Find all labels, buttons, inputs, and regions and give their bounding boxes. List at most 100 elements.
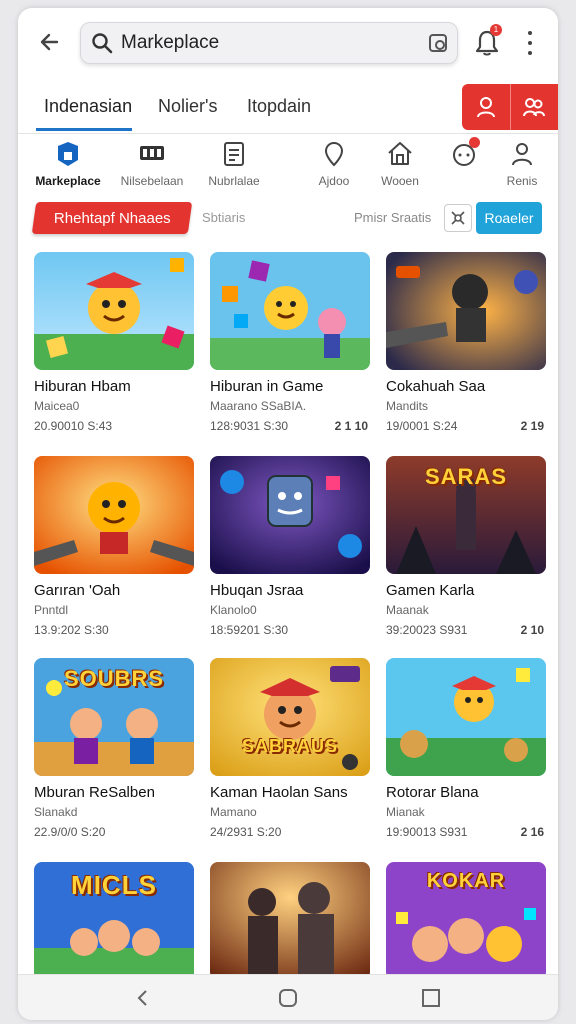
person-icon — [476, 97, 495, 118]
document-icon — [220, 140, 248, 168]
game-thumbnail — [210, 456, 370, 574]
game-thumbnail — [386, 252, 546, 370]
person-icon — [508, 140, 536, 168]
card-title: Gamen Karla — [386, 582, 475, 599]
tab-itopdain[interactable]: Itopdain — [247, 96, 311, 117]
category-label: Markeplace — [35, 174, 101, 188]
primary-filter-chip[interactable]: Rhehtapf Nhaaes — [31, 202, 193, 234]
card-subtitle: Maarano SSaBIA. — [210, 399, 307, 413]
back-arrow-icon[interactable] — [34, 26, 66, 58]
category-nubrlalae[interactable]: Nubrlalae — [196, 140, 272, 188]
game-thumbnail — [34, 252, 194, 370]
tab-noliers[interactable]: Nolier's — [158, 96, 217, 117]
game-card[interactable]: Rotorar Blana Mianak 19:90013 S931 2 16 — [386, 658, 546, 848]
game-banner-text: MICLS — [71, 870, 157, 900]
filter-settings-icon[interactable] — [444, 204, 472, 232]
tab-indenasian[interactable]: Indenasian — [44, 96, 132, 117]
card-meta: 39:20023 S931 2 10 — [386, 623, 544, 637]
card-title: Hbuqan Jsraa — [210, 582, 304, 599]
card-title: Kaman Haolan Sans — [210, 784, 348, 801]
card-count: 2 10 — [520, 623, 544, 637]
card-subtitle: Mamano — [210, 805, 257, 819]
marketplace-icon — [54, 140, 82, 168]
card-subtitle: Klanolo0 — [210, 603, 257, 617]
notification-dot — [469, 137, 480, 148]
card-title: Cokahuah Saa — [386, 378, 486, 395]
grid-icon — [138, 140, 166, 168]
game-thumbnail — [210, 252, 370, 370]
card-meta: 13.9:202 S:30 — [34, 623, 109, 637]
card-count: 2 1 10 — [334, 419, 368, 433]
tab-bar: Indenasian Nolier's Itopdain — [18, 78, 558, 134]
primary-filter-label: Rhehtapf Nhaaes — [53, 209, 171, 227]
location-pin-icon — [320, 140, 348, 168]
search-bar[interactable] — [80, 22, 458, 64]
game-card[interactable]: Cokahuah Saa Mandits 19/0001 S:24 2 19 — [386, 252, 546, 442]
card-subtitle: Pnntdl — [34, 603, 69, 617]
phone-screen: 1 Indenasian Nolier's Itopdain Markeplac… — [18, 8, 558, 1020]
card-title: Rotorar Blana — [386, 784, 479, 801]
nav-recents-icon[interactable] — [418, 985, 444, 1011]
game-card[interactable]: Hbuqan Jsraa Klanolo0 18:59201 S:30 — [210, 456, 370, 646]
game-thumbnail — [34, 456, 194, 574]
game-card[interactable]: Hiburan in Game Maarano SSaBIA. 128:9031… — [210, 252, 370, 442]
category-label: Wooen — [381, 174, 419, 188]
card-subtitle: Mianak — [386, 805, 425, 819]
game-card[interactable]: SOUBRS Mburan ReSalben Slanakd 22.9/0/0 … — [34, 658, 194, 848]
game-card[interactable]: SABRAUS Kaman Haolan Sans Mamano 24/2931… — [210, 658, 370, 848]
card-subtitle: Slanakd — [34, 805, 78, 819]
game-banner-text: SARAS — [424, 464, 507, 489]
game-thumbnail — [386, 658, 546, 776]
card-meta: 24/2931 S:20 — [210, 825, 282, 839]
group-button[interactable] — [511, 84, 559, 130]
game-card[interactable]: SARAS Gamen Karla Maanak 39:20023 S931 2 … — [386, 456, 546, 646]
nav-back-icon[interactable] — [130, 985, 156, 1011]
home-icon — [386, 140, 414, 168]
sort-filter[interactable]: Pmisr Sraatis — [354, 210, 431, 225]
game-thumbnail — [210, 862, 370, 980]
card-title: Garıran 'Oah — [34, 582, 121, 599]
card-subtitle: Mandits — [386, 399, 429, 413]
game-banner-text: SABRAUS — [241, 736, 338, 756]
group-icon — [523, 98, 546, 117]
chat-bell-icon — [450, 137, 480, 168]
game-card[interactable]: Hiburan Hbam Maicea0 20.90010 S:43 — [34, 252, 194, 442]
nav-home-icon[interactable] — [275, 985, 301, 1011]
card-count: 2 16 — [520, 825, 544, 839]
camera-icon[interactable] — [429, 34, 447, 52]
game-thumbnail: SARAS — [386, 456, 546, 574]
category-row: Markeplace Nilsebelaan Nubrlalae Ajdoo W… — [18, 136, 558, 196]
game-banner-text: SOUBRS — [63, 666, 165, 691]
card-count: 2 19 — [520, 419, 544, 433]
card-title: Hiburan Hbam — [34, 378, 131, 395]
card-meta: 19:90013 S931 2 16 — [386, 825, 544, 839]
game-banner-text: KOKAR — [426, 870, 506, 892]
card-title: Mburan ReSalben — [34, 784, 155, 801]
category-label: Nilsebelaan — [120, 174, 184, 188]
game-thumbnail: SOUBRS — [34, 658, 194, 776]
category-label: Nubrlalae — [208, 174, 260, 188]
search-icon — [91, 32, 113, 54]
search-input[interactable] — [121, 29, 411, 57]
category-nilsebelaan[interactable]: Nilsebelaan — [114, 140, 190, 188]
filter-row: Rhehtapf Nhaaes Sbtiaris Pmisr Sraatis R… — [18, 200, 558, 246]
category-label: Renis — [506, 174, 538, 188]
active-tab-indicator — [36, 128, 132, 131]
card-meta: 22.9/0/0 S:20 — [34, 825, 106, 839]
category-marketplace[interactable]: Markeplace — [30, 140, 106, 188]
card-meta: 128:9031 S:30 2 1 10 — [210, 419, 368, 433]
action-filter-button[interactable]: Roaeler — [476, 202, 542, 234]
more-options-icon[interactable] — [522, 28, 538, 58]
notification-badge: 1 — [490, 24, 502, 36]
card-meta: 18:59201 S:30 — [210, 623, 289, 637]
category-renis[interactable]: Renis — [484, 140, 558, 188]
game-card[interactable]: Garıran 'Oah Pnntdl 13.9:202 S:30 — [34, 456, 194, 646]
category-ajdoo[interactable]: Ajdoo — [296, 140, 372, 188]
secondary-filter[interactable]: Sbtiaris — [202, 210, 245, 225]
profile-button[interactable] — [462, 84, 511, 130]
card-subtitle: Maanak — [386, 603, 429, 617]
tab-action-group — [462, 84, 558, 130]
game-thumbnail: MICLS — [34, 862, 194, 980]
system-nav-bar — [18, 974, 558, 1020]
card-meta: 19/0001 S:24 2 19 — [386, 419, 544, 433]
